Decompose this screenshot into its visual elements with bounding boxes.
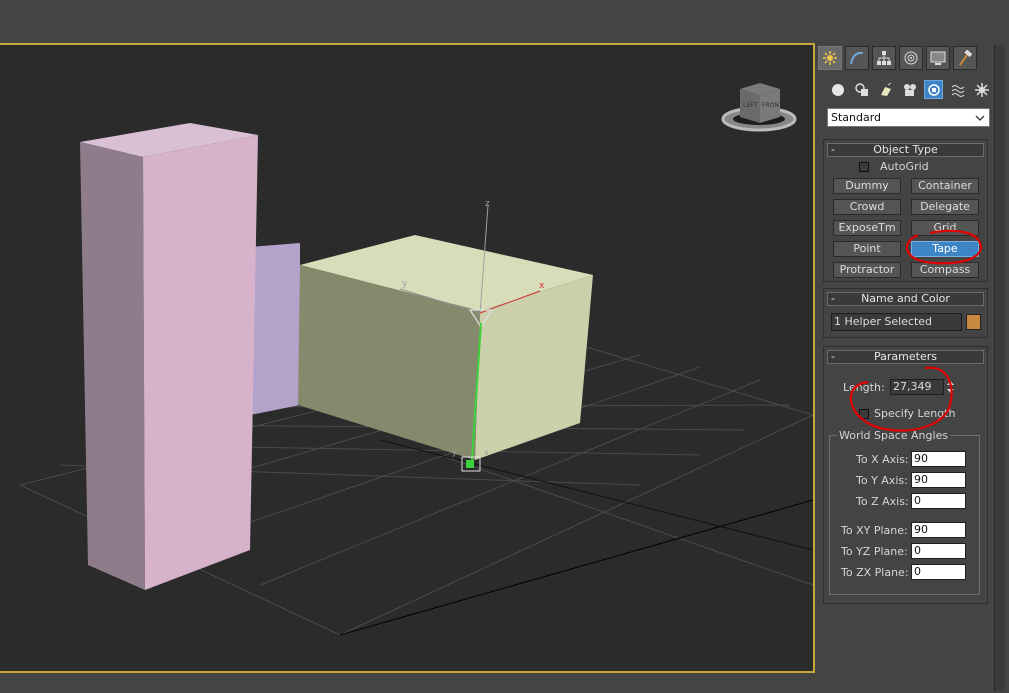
autogrid-label: AutoGrid	[880, 160, 929, 173]
display-tab[interactable]	[926, 46, 950, 70]
parameters-title: Parameters	[874, 350, 937, 363]
shapes-category[interactable]	[852, 80, 871, 99]
tape-button[interactable]: Tape	[911, 241, 979, 257]
shapes-icon	[854, 82, 868, 96]
to-yz-plane-field[interactable]: 0	[911, 543, 966, 559]
to-x-axis-label: To X Axis:	[856, 453, 909, 466]
command-panel: Standard - Object Type AutoGrid Dummy Co…	[815, 43, 1009, 693]
compass-button[interactable]: Compass	[911, 262, 979, 278]
hierarchy-tab[interactable]	[872, 46, 896, 70]
helpers-category[interactable]	[924, 80, 943, 99]
exposetm-button[interactable]: ExposeTm	[833, 220, 901, 236]
object-category-dropdown[interactable]: Standard	[827, 108, 990, 127]
perspective-viewport[interactable]: z y x x y LEFT FRONT	[0, 43, 815, 673]
motion-tab[interactable]	[899, 46, 923, 70]
chevron-down-icon	[975, 115, 985, 121]
target-axis-label-y: y	[452, 448, 457, 457]
geometry-category[interactable]	[828, 80, 847, 99]
parameters-rollout: - Parameters Length: 27,349 Specify Leng…	[823, 346, 988, 604]
collapse-minus-icon: -	[831, 350, 835, 363]
to-z-axis-label: To Z Axis:	[856, 495, 909, 508]
viewcube-left-label: LEFT	[743, 102, 757, 109]
object-type-rollout: - Object Type AutoGrid Dummy Container C…	[823, 139, 988, 282]
cameras-category[interactable]	[900, 80, 919, 99]
object-name-field[interactable]: 1 Helper Selected	[831, 313, 962, 331]
hammer-icon	[959, 50, 973, 66]
specify-length-checkbox[interactable]	[859, 409, 869, 419]
target-axis-label-x: x	[484, 448, 489, 457]
spinner-arrows-icon[interactable]	[946, 380, 955, 394]
name-and-color-header[interactable]: - Name and Color	[827, 292, 984, 306]
gear-icon	[974, 82, 989, 97]
grid-center-line	[379, 439, 814, 551]
object-color-swatch[interactable]	[966, 314, 981, 330]
to-xy-plane-label: To XY Plane:	[841, 524, 908, 537]
protractor-button[interactable]: Protractor	[833, 262, 901, 278]
collapse-minus-icon: -	[831, 292, 835, 305]
to-zx-plane-label: To ZX Plane:	[841, 566, 909, 579]
modify-tab[interactable]	[845, 46, 869, 70]
main-toolbar-area	[0, 0, 1009, 43]
hierarchy-icon	[877, 51, 891, 65]
dropdown-value: Standard	[831, 111, 882, 124]
object-type-title: Object Type	[873, 143, 938, 156]
name-and-color-title: Name and Color	[861, 292, 950, 305]
utilities-tab[interactable]	[953, 46, 977, 70]
modify-curve-icon	[850, 51, 864, 65]
space-warps-category[interactable]	[948, 80, 967, 99]
length-label: Length:	[843, 381, 885, 394]
create-tab[interactable]	[818, 46, 842, 70]
light-icon	[880, 82, 891, 96]
create-category-row	[828, 80, 991, 99]
to-z-axis-field[interactable]: 0	[911, 493, 966, 509]
tall-box[interactable]	[80, 123, 258, 590]
waves-icon	[951, 84, 964, 97]
panel-scrollbar[interactable]	[994, 45, 1005, 691]
axis-label-y: y	[402, 279, 408, 289]
systems-category[interactable]	[972, 80, 991, 99]
command-panel-tabs	[818, 46, 977, 72]
viewcube-front-label: FRONT	[762, 102, 783, 109]
dummy-button[interactable]: Dummy	[833, 178, 901, 194]
to-x-axis-field[interactable]: 90	[911, 451, 966, 467]
lights-category[interactable]	[876, 80, 895, 99]
collapse-minus-icon: -	[831, 143, 835, 156]
axis-label-z: z	[485, 199, 490, 209]
sphere-icon	[831, 83, 844, 96]
delegate-button[interactable]: Delegate	[911, 199, 979, 215]
viewcube[interactable]: LEFT FRONT	[721, 83, 797, 132]
to-y-axis-label: To Y Axis:	[856, 474, 908, 487]
motion-icon	[904, 51, 918, 65]
name-and-color-rollout: - Name and Color 1 Helper Selected	[823, 288, 988, 338]
point-button[interactable]: Point	[833, 241, 901, 257]
axis-label-x: x	[539, 281, 545, 291]
specify-length-label: Specify Length	[874, 407, 956, 420]
container-button[interactable]: Container	[911, 178, 979, 194]
length-spinner-field[interactable]: 27,349	[890, 379, 944, 395]
to-yz-plane-label: To YZ Plane:	[841, 545, 908, 558]
world-space-angles-title: World Space Angles	[837, 429, 951, 442]
display-icon	[930, 51, 946, 65]
grid-axis-line	[339, 499, 814, 636]
to-zx-plane-field[interactable]: 0	[911, 564, 966, 580]
parameters-header[interactable]: - Parameters	[827, 350, 984, 364]
to-xy-plane-field[interactable]: 90	[911, 522, 966, 538]
helper-tape-icon	[927, 83, 940, 96]
back-box[interactable]	[250, 243, 300, 415]
camera-icon	[903, 83, 916, 96]
grid-button[interactable]: Grid	[911, 220, 979, 236]
to-y-axis-field[interactable]: 90	[911, 472, 966, 488]
object-type-header[interactable]: - Object Type	[827, 143, 984, 157]
autogrid-checkbox[interactable]	[859, 162, 869, 172]
crowd-button[interactable]: Crowd	[833, 199, 901, 215]
create-sun-icon	[823, 51, 837, 65]
viewport-scene: z y x x y LEFT FRONT	[19, 83, 814, 636]
